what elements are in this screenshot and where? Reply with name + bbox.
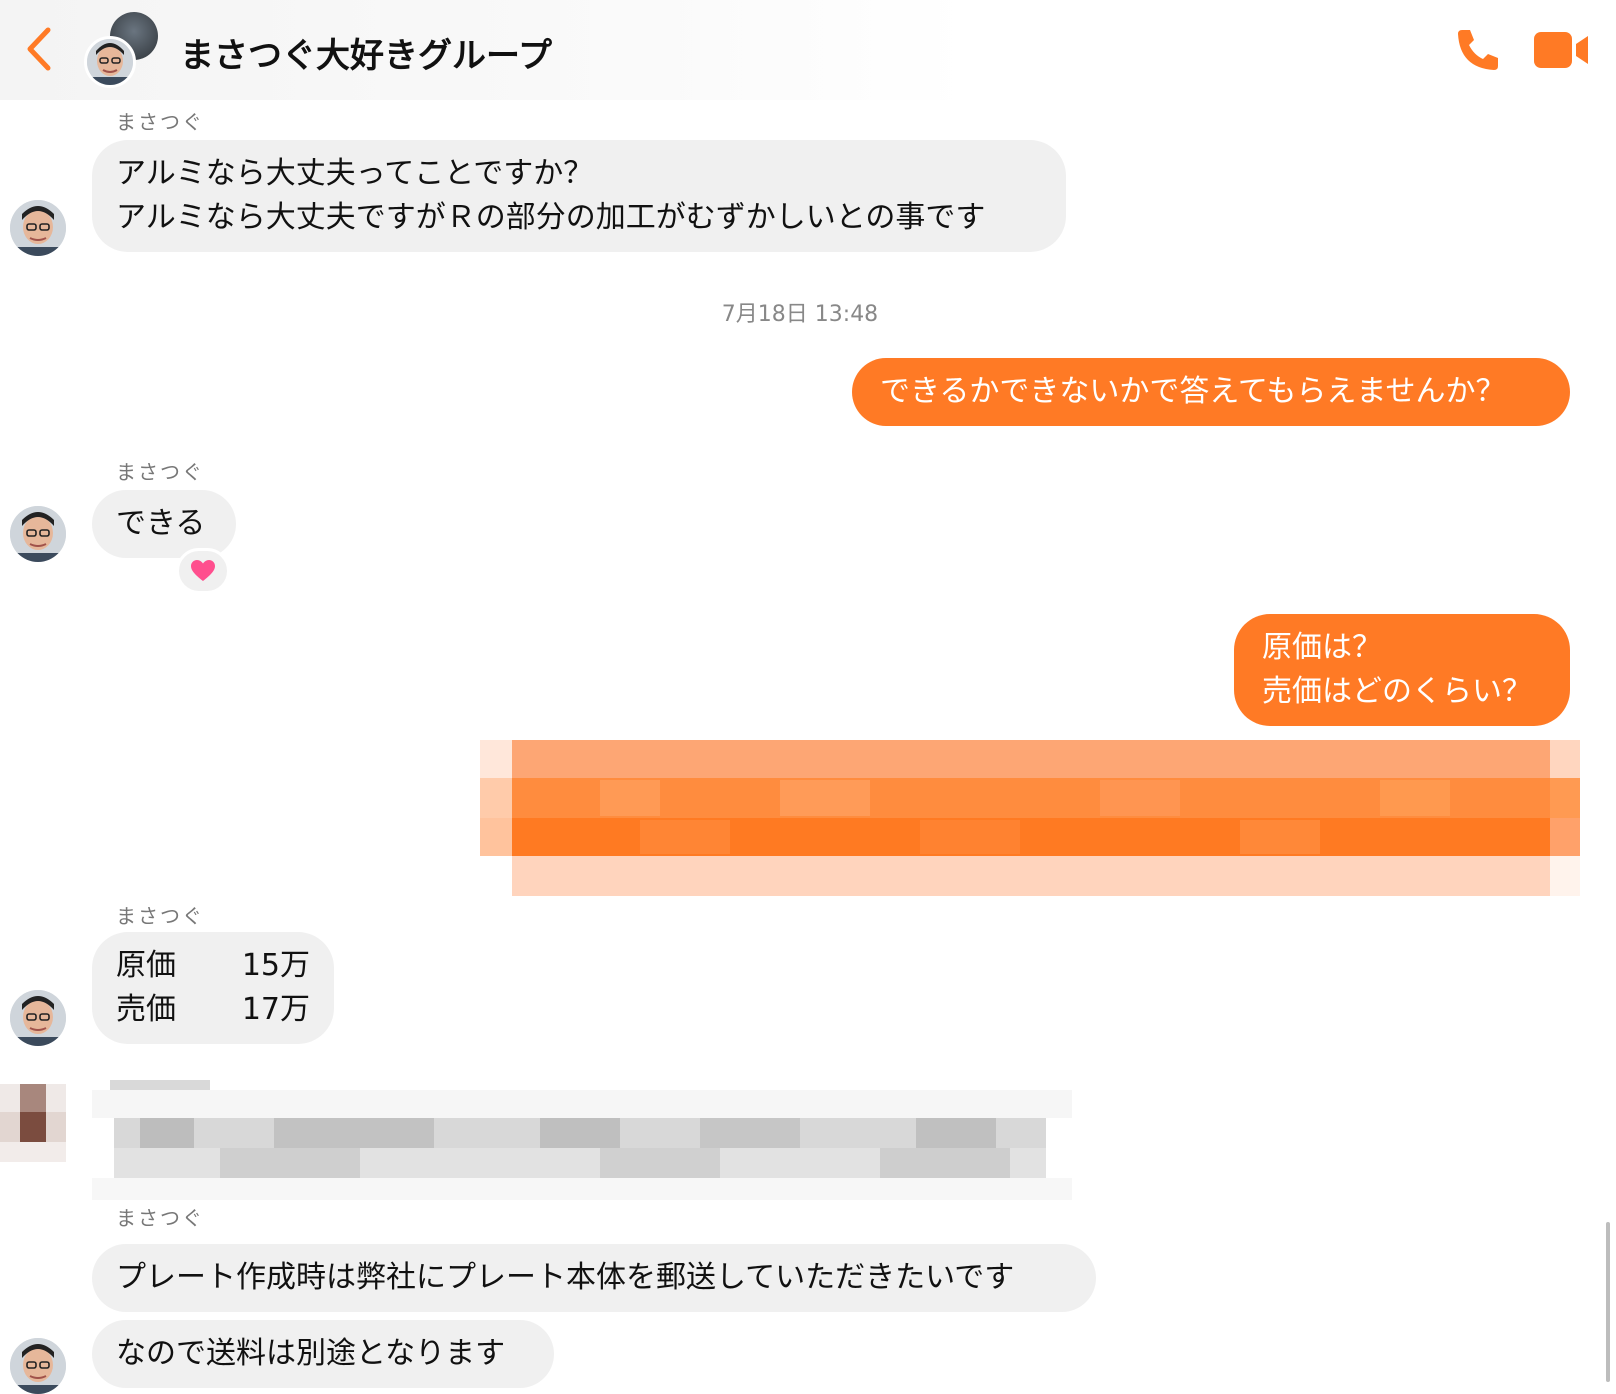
message-bubble[interactable]: できるかできないかで答えてもらえませんか？ [852, 358, 1570, 426]
message-text: アルミなら大丈夫ってことですか？ [116, 156, 594, 191]
timestamp: 7月18日 13:48 [721, 302, 879, 327]
sender-name: まさつぐ [116, 460, 204, 484]
message-bubble[interactable]: 原価 15万 売価 17万 [92, 932, 334, 1044]
call-button[interactable] [1452, 24, 1504, 76]
video-camera-icon [1534, 32, 1588, 68]
chat-title: まさつぐ大好きグループ [180, 36, 552, 76]
message-text: できるかできないかで答えてもらえませんか？ [880, 374, 1506, 409]
price-label: 売価 [116, 992, 176, 1027]
redacted-message [480, 740, 1580, 896]
message-bubble[interactable]: プレート作成時は弊社にプレート本体を郵送していただきたいです [92, 1244, 1096, 1312]
price-row: 原価 15万 [116, 944, 310, 988]
message-bubble[interactable]: アルミなら大丈夫ってことですか？ アルミなら大丈夫ですがＲの部分の加工がむずかし… [92, 140, 1066, 252]
price-row: 売価 17万 [116, 988, 310, 1032]
sender-name: まさつぐ [116, 110, 204, 134]
chat-header: まさつぐ大好きグループ [0, 0, 1616, 100]
sender-name: まさつぐ [116, 1206, 204, 1230]
sender-name: まさつぐ [116, 904, 204, 928]
redacted-message [0, 1080, 1080, 1200]
scrollbar[interactable] [1606, 1222, 1610, 1382]
back-button[interactable] [20, 26, 60, 72]
message-bubble[interactable]: できる [92, 490, 236, 558]
avatar[interactable] [10, 200, 66, 256]
video-call-button[interactable] [1532, 30, 1592, 70]
member-avatar [84, 36, 136, 88]
avatar[interactable] [10, 1338, 66, 1394]
price-value: 15万 [241, 948, 310, 983]
message-text: できる [116, 506, 206, 541]
phone-icon [1458, 30, 1498, 70]
message-text: プレート作成時は弊社にプレート本体を郵送していただきたいです [116, 1260, 1015, 1295]
chevron-left-icon [27, 27, 51, 71]
price-label: 原価 [116, 948, 176, 983]
message-text: 原価は？ [1262, 630, 1382, 665]
message-bubble[interactable]: なので送料は別途となります [92, 1320, 554, 1388]
heart-icon [191, 560, 215, 581]
message-bubble[interactable]: 原価は？ 売価はどのくらい？ [1234, 614, 1570, 726]
reaction-badge[interactable] [176, 548, 230, 594]
message-text: アルミなら大丈夫ですがＲの部分の加工がむずかしいとの事です [116, 200, 986, 235]
message-text: 売価はどのくらい？ [1262, 674, 1532, 709]
avatar[interactable] [10, 506, 66, 562]
group-avatar[interactable] [84, 12, 160, 88]
avatar[interactable] [10, 990, 66, 1046]
message-text: なので送料は別途となります [116, 1336, 506, 1371]
price-value: 17万 [241, 992, 310, 1027]
